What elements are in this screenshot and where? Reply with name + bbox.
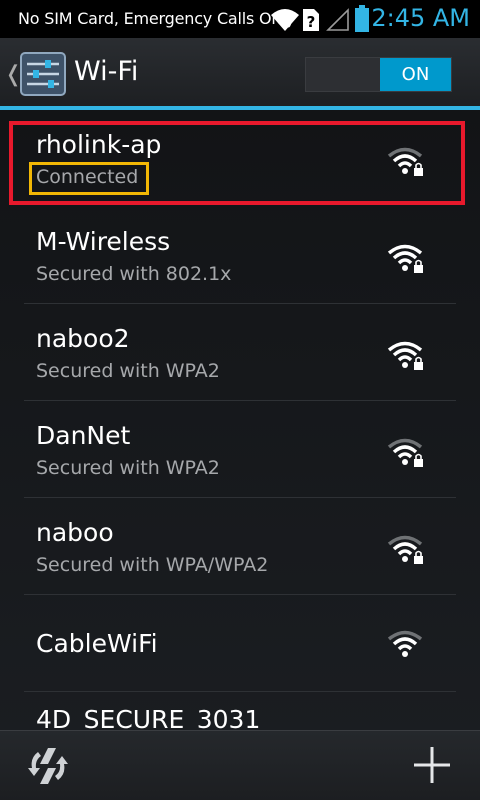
- scan-refresh-icon[interactable]: [26, 744, 70, 788]
- network-ssid: M-Wireless: [36, 227, 171, 256]
- svg-text:?: ?: [307, 13, 316, 31]
- wifi-open-icon: [387, 630, 423, 657]
- carrier-status-text: No SIM Card, Emergency Calls Only: [18, 9, 295, 28]
- wifi-locked-icon: [387, 244, 423, 273]
- wifi-locked-icon: [387, 341, 423, 370]
- action-bar: ❬ Wi-Fi ON: [0, 38, 480, 108]
- network-status: Secured with 802.1x: [36, 263, 232, 285]
- wifi-locked-icon: [387, 535, 423, 564]
- network-row-rholink-ap[interactable]: rholink-ap Connected: [0, 110, 480, 207]
- network-status: Secured with WPA/WPA2: [36, 554, 269, 576]
- network-status: Connected: [36, 166, 139, 188]
- status-bar: No SIM Card, Emergency Calls Only ? 2:45…: [0, 0, 480, 38]
- sim-unknown-icon: ?: [303, 9, 319, 31]
- wifi-toggle[interactable]: ON: [305, 57, 452, 92]
- network-ssid: DanNet: [36, 421, 131, 450]
- cell-signal-empty-icon: [326, 8, 349, 31]
- settings-sliders-icon[interactable]: [20, 52, 66, 96]
- add-network-icon[interactable]: [412, 745, 452, 785]
- network-row-naboo[interactable]: naboo Secured with WPA/WPA2: [0, 498, 480, 595]
- network-row-dannet[interactable]: DanNet Secured with WPA2: [0, 401, 480, 498]
- wifi-locked-icon: [387, 147, 423, 176]
- network-row-naboo2[interactable]: naboo2 Secured with WPA2: [0, 304, 480, 401]
- wifi-settings-screen: No SIM Card, Emergency Calls Only ? 2:45…: [0, 0, 480, 800]
- network-ssid: naboo: [36, 518, 114, 547]
- wifi-signal-icon: [271, 9, 299, 31]
- wifi-toggle-thumb[interactable]: ON: [380, 58, 451, 91]
- network-list: rholink-ap Connected M-Wireless Secured …: [0, 110, 480, 734]
- network-row-cablewifi[interactable]: CableWiFi: [0, 595, 480, 692]
- page-title: Wi-Fi: [74, 56, 139, 87]
- network-status: Secured with WPA2: [36, 457, 220, 479]
- network-row-m-wireless[interactable]: M-Wireless Secured with 802.1x: [0, 207, 480, 304]
- network-ssid: naboo2: [36, 324, 130, 353]
- network-ssid: CableWiFi: [36, 629, 158, 658]
- network-ssid: rholink-ap: [36, 130, 162, 159]
- bottom-action-bar: [0, 730, 480, 800]
- network-status: Secured with WPA2: [36, 360, 220, 382]
- wifi-locked-icon: [387, 438, 423, 467]
- clock: 2:45 AM: [371, 4, 470, 32]
- battery-icon: [355, 5, 369, 32]
